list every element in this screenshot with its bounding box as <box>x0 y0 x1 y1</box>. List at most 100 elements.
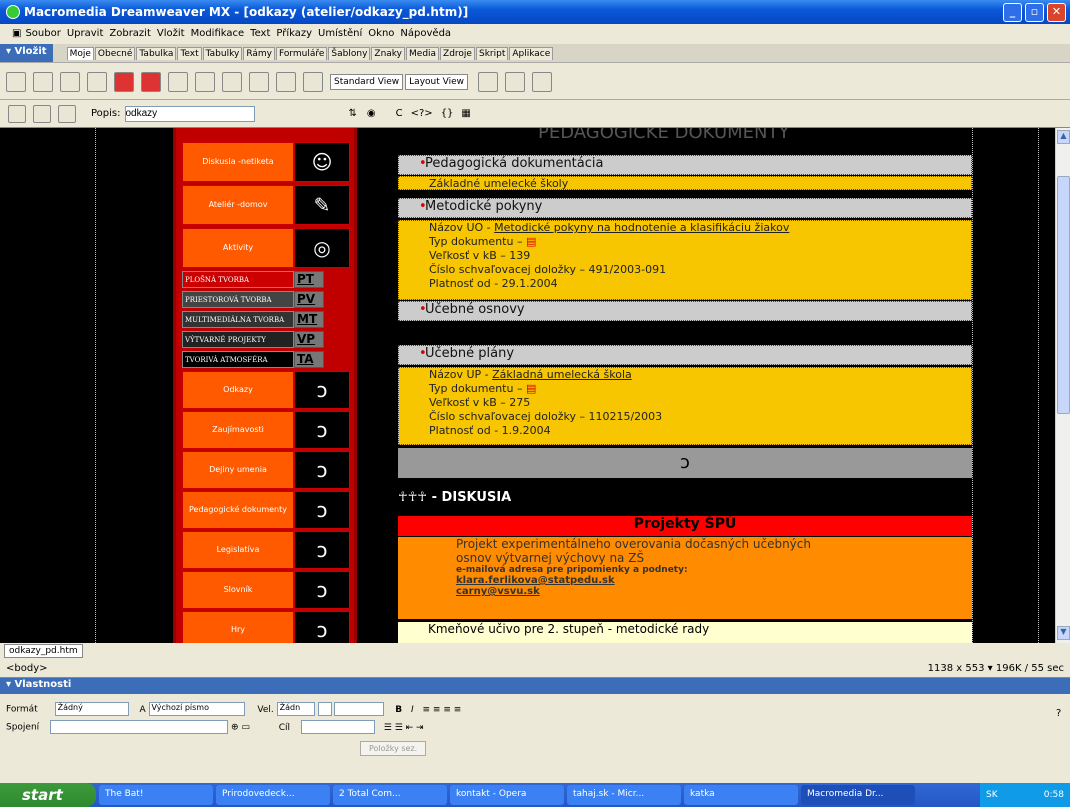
nav-aktivity[interactable]: Aktivity <box>182 228 294 268</box>
tag-selector[interactable]: <body> <box>6 663 48 674</box>
spiral-logo-icon[interactable]: ↄ <box>294 531 350 569</box>
menu-modifikace[interactable]: Modifikace <box>191 28 245 39</box>
menu-napoveda[interactable]: Nápověda <box>400 28 451 39</box>
code-ta-link[interactable]: TA <box>294 351 324 368</box>
list-icons[interactable]: ☰ ☰ ⇤ ⇥ <box>384 723 424 733</box>
menu-text[interactable]: Text <box>250 28 270 39</box>
code-vp-link[interactable]: VP <box>294 331 324 348</box>
spiral-logo-icon[interactable]: ↄ <box>294 571 350 609</box>
record2-icon[interactable] <box>141 71 161 92</box>
page-icon[interactable] <box>532 71 552 92</box>
spiral-logo-icon[interactable]: ↄ <box>294 491 350 529</box>
nav-legislativa[interactable]: Legislatíva <box>182 531 294 569</box>
spiral-icon[interactable]: ◎ <box>294 228 350 268</box>
design-canvas[interactable]: Diskusia -netiketa ☺ Ateliér -domov ✎ Akti… <box>0 128 1055 643</box>
nav-odkazy[interactable]: Odkazy <box>182 371 294 409</box>
start-button[interactable]: start <box>0 783 96 807</box>
scroll-down-icon[interactable]: ▼ <box>1057 626 1070 640</box>
menu-okno[interactable]: Okno <box>368 28 394 39</box>
tab-zdroje[interactable]: Zdroje <box>440 46 475 60</box>
spiral-logo-icon[interactable]: ↄ <box>294 611 350 643</box>
tab-media[interactable]: Media <box>406 46 440 60</box>
nav-atelier[interactable]: Ateliér -domov <box>182 185 294 225</box>
close-button[interactable]: ✕ <box>1047 3 1066 22</box>
task-tahaj[interactable]: tahaj.sk - Micr... <box>567 785 681 805</box>
help-icon[interactable]: ? <box>1056 708 1061 719</box>
refresh-icon[interactable]: C <box>396 108 403 119</box>
tab-ramy[interactable]: Rámy <box>243 46 275 60</box>
form-icon[interactable] <box>303 71 323 92</box>
color-picker[interactable] <box>317 702 332 716</box>
nav-pedagogicke[interactable]: Pedagogické dokumenty <box>182 491 294 529</box>
nav-zaujimavosti[interactable]: Zaujímavosti <box>182 411 294 449</box>
split-view-icon[interactable] <box>33 104 51 123</box>
nav-hry[interactable]: Hry <box>182 611 294 643</box>
code-pv-link[interactable]: PV <box>294 291 324 308</box>
nav-slovnik[interactable]: Slovník <box>182 571 294 609</box>
color-field[interactable] <box>334 702 385 716</box>
size-select[interactable]: Žádn <box>276 702 315 716</box>
scroll-thumb[interactable] <box>1057 176 1070 414</box>
table-icon[interactable] <box>195 71 215 92</box>
task-totalcommander[interactable]: 2 Total Com... <box>333 785 447 805</box>
menu-umisteni[interactable]: Umístění <box>318 28 362 39</box>
faces-icon[interactable]: ☺ <box>294 142 350 182</box>
email-link[interactable]: klara.ferlikova@statpedu.sk <box>456 575 972 586</box>
tab-sablony[interactable]: Šablony <box>328 46 371 60</box>
bold-button[interactable]: B <box>395 705 402 715</box>
braces-icon[interactable]: {} <box>441 108 454 119</box>
task-katka[interactable]: katka <box>684 785 798 805</box>
spiral-logo-icon[interactable]: ↄ <box>294 411 350 449</box>
properties-title[interactable]: ▾ Vlastnosti <box>0 678 1070 694</box>
vertical-scrollbar[interactable]: ▲ ▼ <box>1055 128 1070 643</box>
art-icon[interactable]: ✎ <box>294 185 350 225</box>
layout-view-button[interactable]: Layout View <box>405 73 468 90</box>
task-thebat[interactable]: The Bat! <box>99 785 213 805</box>
frame-icon[interactable] <box>276 71 296 92</box>
font-select[interactable]: Výchozí písmo <box>148 702 245 716</box>
menu-vlozit[interactable]: Vložit <box>157 28 185 39</box>
tab-tabulky[interactable]: Tabulky <box>202 46 243 60</box>
tab-text[interactable]: Text <box>177 46 202 60</box>
layer-icon[interactable] <box>222 71 242 92</box>
pdf-icon[interactable]: ▤ <box>526 382 536 395</box>
design-view-icon[interactable] <box>58 104 76 123</box>
insert-title[interactable]: ▾ Vložit <box>0 44 53 62</box>
standard-view-button[interactable]: Standard View <box>330 73 404 90</box>
document-link[interactable]: Základná umelecká škola <box>492 368 632 381</box>
point-file-icon[interactable]: ⊕ <box>231 723 239 733</box>
window-size[interactable]: 1138 x 553 ▾ 196K / 55 sec <box>928 663 1064 674</box>
tag-icon[interactable] <box>87 71 107 92</box>
tab-moje[interactable]: Moje <box>66 46 94 60</box>
nav-diskusia[interactable]: Diskusia -netiketa <box>182 142 294 182</box>
maximize-button[interactable]: ▫ <box>1025 3 1044 22</box>
task-dreamweaver[interactable]: Macromedia Dr... <box>801 785 915 805</box>
draw-cell-icon[interactable] <box>505 71 525 92</box>
link-icon[interactable] <box>33 71 53 92</box>
scroll-up-icon[interactable]: ▲ <box>1057 130 1070 144</box>
preview-icon[interactable]: ◉ <box>367 108 376 119</box>
email-icon[interactable] <box>6 71 26 92</box>
italic-button[interactable]: I <box>411 705 414 715</box>
list-items-button[interactable]: Položky sez. <box>360 741 427 756</box>
tab-skript[interactable]: Skript <box>475 46 509 60</box>
view-options-icon[interactable]: ▦ <box>461 108 470 119</box>
menu-soubor[interactable]: Soubor <box>25 28 60 39</box>
file-tab[interactable]: odkazy_pd.htm <box>4 644 83 658</box>
record-icon[interactable] <box>114 71 134 92</box>
tab-aplikace[interactable]: Aplikace <box>509 46 554 60</box>
draw-table-icon[interactable] <box>478 71 498 92</box>
task-prirodovedeck[interactable]: Prirodovedeck... <box>216 785 330 805</box>
pdf-icon[interactable]: ▤ <box>526 235 536 248</box>
language-indicator[interactable]: SK <box>986 790 998 800</box>
link-input[interactable] <box>50 720 229 734</box>
code-view-icon[interactable] <box>8 104 26 123</box>
tab-znaky[interactable]: Znaky <box>371 46 406 60</box>
document-link[interactable]: Metodické pokyny na hodnotenie a klasifi… <box>494 221 789 234</box>
file-mgmt-icon[interactable]: ⇅ <box>349 108 357 119</box>
menu-upravit[interactable]: Upravit <box>67 28 104 39</box>
tab-obecne[interactable]: Obecné <box>94 46 136 60</box>
tab-tabulka[interactable]: Tabulka <box>136 46 177 60</box>
code-pt-link[interactable]: PT <box>294 271 324 288</box>
anchor-icon[interactable] <box>60 71 80 92</box>
